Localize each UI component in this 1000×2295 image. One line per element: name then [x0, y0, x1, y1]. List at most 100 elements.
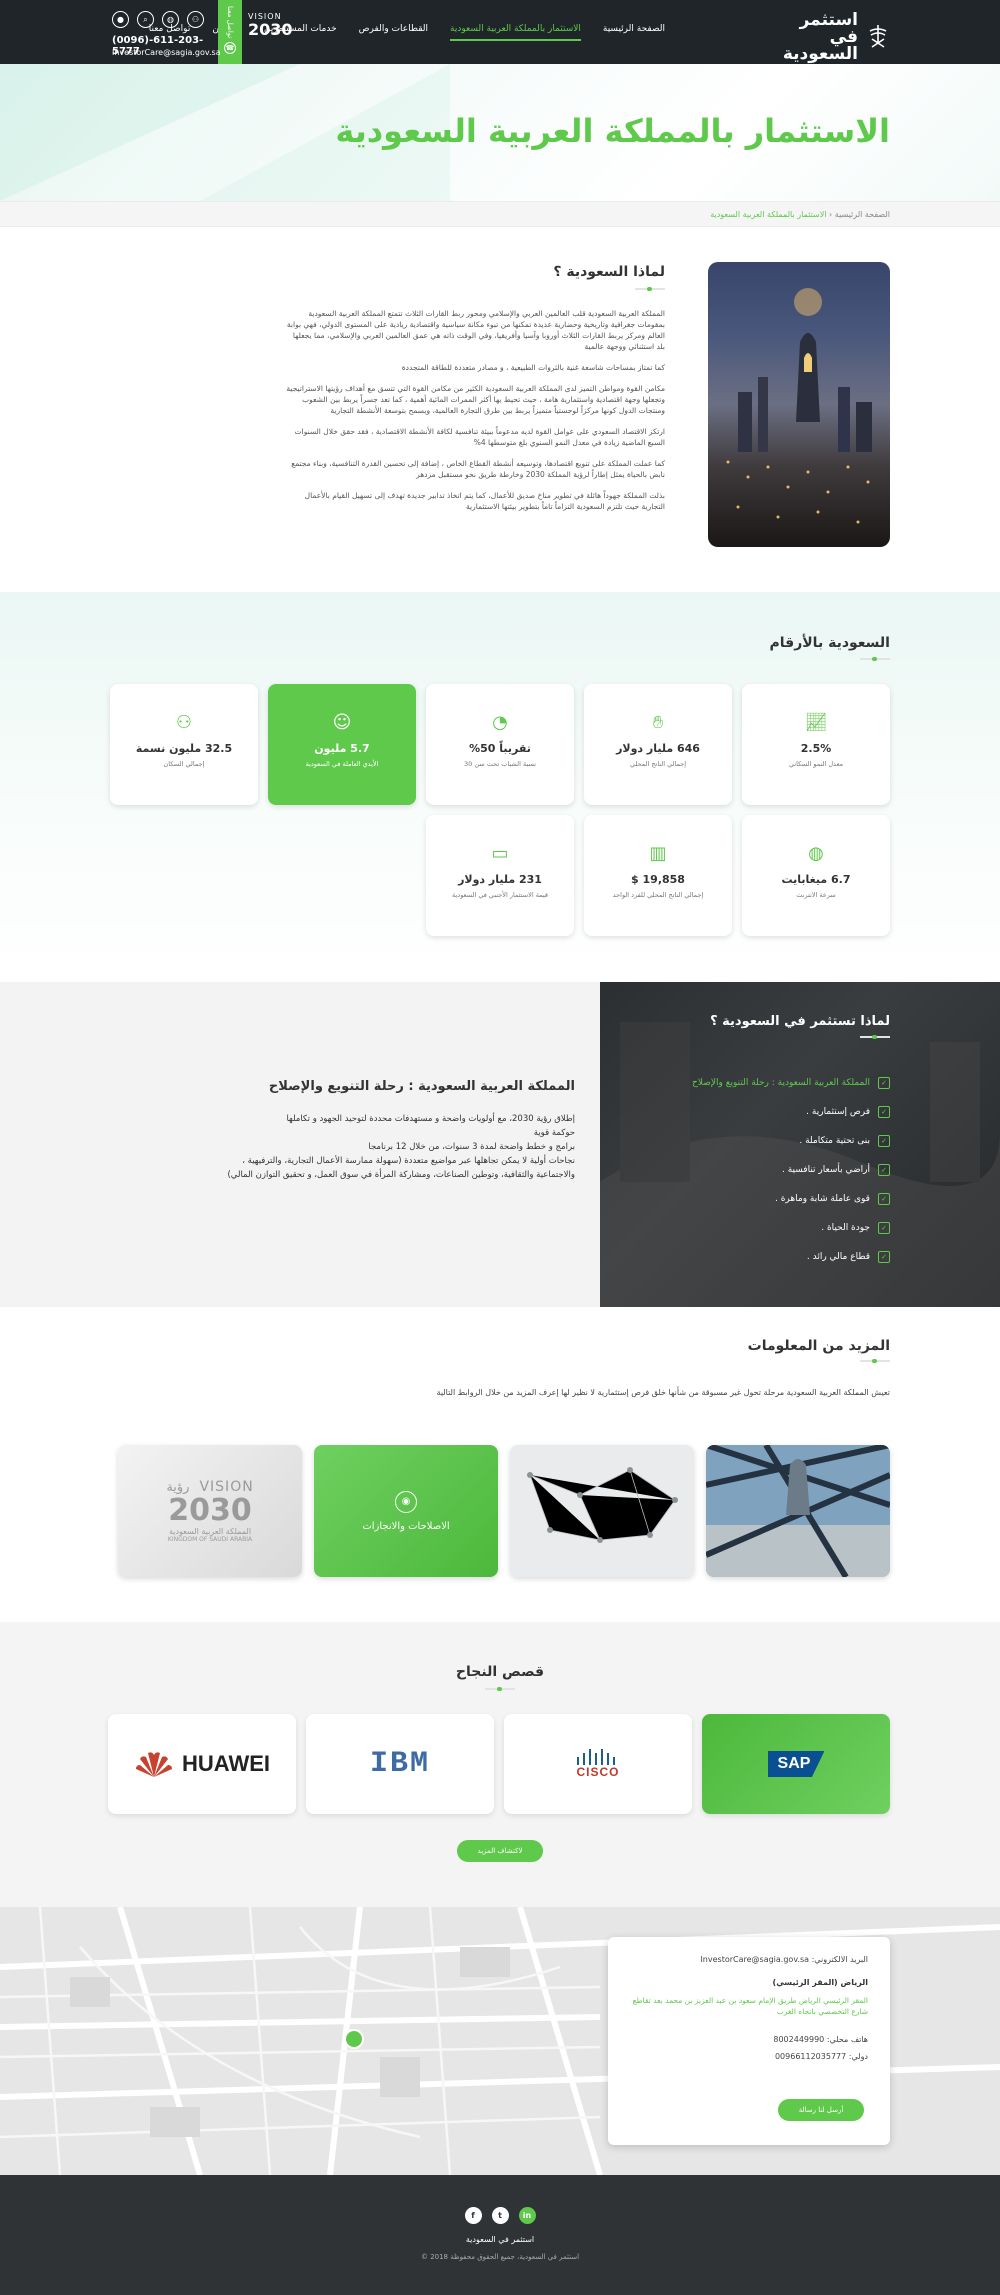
invest-list-item[interactable]: ✓ المملكة العربية السعودية : رحلة التنويع… — [692, 1068, 890, 1097]
vision-year: 2030 — [248, 20, 293, 39]
cisco-logo: CISCO — [576, 1765, 620, 1779]
check-icon: ✓ — [878, 1192, 890, 1205]
info-card-vision-2030[interactable]: VISION رؤية 2030 المملكة العربية السعودي… — [118, 1445, 302, 1577]
title-underline — [635, 287, 665, 291]
stat-label: إجمالي الناتج المحلي للفرد الواحد — [612, 891, 704, 899]
stat-label: إجمالي السكان — [163, 760, 205, 768]
stat-label: نسبة الشباب تحت سن 30 — [463, 760, 537, 768]
user-icon[interactable]: ● — [112, 11, 129, 28]
check-icon: ✓ — [878, 1221, 890, 1234]
site-logo[interactable]: استثمر في السعودية — [782, 10, 890, 64]
globe-icon[interactable]: ◍ — [162, 11, 179, 28]
stat-value: 231 مليار دولار — [458, 873, 542, 886]
logo-card-cisco[interactable]: CISCO — [504, 1714, 692, 1814]
site-footer: in t f استثمر في السعودية استثمر في السع… — [0, 2175, 1000, 2295]
why-paragraph: ارتكز الاقتصاد السعودي على عوامل القوة ل… — [294, 427, 665, 447]
ibm-logo: IBM — [370, 1747, 431, 1781]
why-saudi-title: لماذا السعودية ؟ — [553, 264, 665, 280]
info-card-network-image[interactable] — [510, 1445, 694, 1577]
stat-card[interactable]: ⚇ 32.5 مليون نسمة إجمالي السكان — [110, 684, 258, 805]
users-icon[interactable]: ⚇ — [187, 11, 204, 28]
stat-label: معدل النمو السكاني — [788, 760, 844, 768]
vision-2030-logo[interactable]: VISION 2030 — [248, 12, 306, 52]
info-card-kafd-image[interactable] — [706, 1445, 890, 1577]
hq-label: الرياض (المقر الرئيسي) — [772, 1978, 868, 1987]
hero-banner: الاستثمار بالمملكة العربية السعودية — [0, 64, 1000, 201]
why-invest-list: ✓ المملكة العربية السعودية : رحلة التنويع… — [692, 1068, 890, 1271]
phone-icon: ☎ — [224, 42, 236, 55]
invest-list-item[interactable]: ✓ بنى تحتية متكاملة . — [692, 1126, 890, 1155]
invest-list-item[interactable]: ✓ فرص إستثمارية . — [692, 1097, 890, 1126]
footer-site-name: استثمر في السعودية — [465, 2235, 535, 2244]
logo-card-huawei[interactable]: HUAWEI — [108, 1714, 296, 1814]
phone-label: هاتف محلي: — [826, 2035, 868, 2044]
eye-icon: ◉ — [395, 1490, 417, 1513]
success-stories-section: قصص النجاح SAP CISCO IBM HUAWEI لاكتشاف … — [0, 1622, 1000, 1907]
success-title: قصص النجاح — [455, 1664, 545, 1680]
title-underline — [860, 657, 890, 661]
map-section: البريد الالكتروني: InvestorCare@sagia.go… — [0, 1907, 1000, 2175]
linkedin-icon[interactable]: in — [518, 2207, 536, 2224]
vision-country-ar: المملكة العربية السعودية — [168, 1527, 252, 1536]
intl-label: دولي: — [848, 2052, 868, 2061]
stat-card[interactable]: ▥ 19,858 $ إجمالي الناتج المحلي للفرد ال… — [584, 815, 732, 936]
vision-country-en: KINGDOM OF SAUDI ARABIA — [167, 1536, 253, 1543]
cash-icon: ▭ — [491, 843, 509, 864]
stat-card[interactable]: ◔ تقريباً 50% نسبة الشباب تحت سن 30 — [426, 684, 574, 805]
header-email[interactable]: InvestorCare@sagia.gov.sa — [112, 48, 222, 57]
stat-value: 32.5 مليون نسمة — [135, 742, 233, 755]
vision-year: 2030 — [168, 1493, 252, 1528]
breadcrumb-home[interactable]: الصفحة الرئيسية — [835, 210, 890, 219]
contact-email[interactable]: InvestorCare@sagia.gov.sa — [700, 1955, 809, 1964]
logo-card-ibm[interactable]: IBM — [306, 1714, 494, 1814]
stat-card[interactable]: 📈︎ 2.5% معدل النمو السكاني — [742, 684, 890, 805]
why-paragraph: مكامن القوة ومواطن التميز لدى المملكة ال… — [286, 384, 665, 415]
breadcrumb-current: الاستثمار بالمملكة العربية السعودية — [710, 210, 827, 219]
contact-phone[interactable]: 8002449990 — [773, 2035, 824, 2044]
nav-home[interactable]: الصفحة الرئيسية — [603, 24, 665, 41]
check-icon: ✓ — [878, 1105, 890, 1118]
nav-sectors[interactable]: القطاعات والفرص — [359, 24, 428, 41]
why-invest-title: لماذا تستثمر في السعودية ؟ — [710, 1014, 890, 1029]
contact-intl-row: دولي: 00966112035777 — [630, 2052, 868, 2061]
why-invest-panel: لماذا تستثمر في السعودية ؟ ✓ المملكة العر… — [600, 982, 1000, 1307]
stat-value: 6.7 ميغابايت — [781, 873, 851, 886]
twitter-icon[interactable]: t — [491, 2207, 509, 2224]
title-underline — [485, 1687, 515, 1691]
contact-intl-phone[interactable]: 00966112035777 — [775, 2052, 846, 2061]
discover-more-button[interactable]: لاكتشاف المزيد — [457, 1840, 543, 1862]
stat-label: الأيدي العاملة في السعودية — [305, 760, 379, 768]
pie-chart-icon: ◔ — [492, 712, 508, 733]
invest-list-item[interactable]: ✓ جودة الحياة . — [692, 1213, 890, 1242]
check-icon: ✓ — [878, 1076, 890, 1089]
nav-investment-ksa[interactable]: الاستثمار بالمملكة العربية السعودية — [450, 24, 581, 41]
stats-title: السعودية بالأرقام — [769, 635, 890, 651]
check-icon: ✓ — [878, 1163, 890, 1176]
stat-label: سرعة الانترنت — [796, 891, 836, 899]
globe-icon: ◍ — [808, 843, 824, 864]
location-pin-icon[interactable] — [344, 2029, 364, 2049]
send-message-button[interactable]: أرسل لنا رسالة — [778, 2099, 864, 2121]
stat-value: 19,858 $ — [631, 873, 685, 886]
social-links: in t f — [0, 2207, 1000, 2224]
riyadh-skyline-image — [708, 262, 890, 547]
why-saudi-body: المملكة العربية السعودية قلب العالمين ال… — [285, 308, 665, 522]
info-card-reforms[interactable]: ◉ الاصلاحات والانجازات — [314, 1445, 498, 1577]
title-underline — [860, 1359, 890, 1363]
invest-list-item[interactable]: ✓ قطاع مالي رائد . — [692, 1242, 890, 1271]
search-icon[interactable]: ⌕ — [137, 11, 154, 28]
stat-card[interactable]: ◍ 6.7 ميغابايت سرعة الانترنت — [742, 815, 890, 936]
invest-detail-line: نجاحات أولية لا يمكن تجاهلها عبر مواضيع … — [242, 1156, 575, 1166]
invest-detail-line: والاجتماعية والثقافية، وتوطين الصناعات، … — [227, 1170, 575, 1180]
more-info-text: تعيش المملكة العربية السعودية مرحلة تحول… — [436, 1388, 890, 1397]
invest-list-item[interactable]: ✓ أراضي بأسعار تنافسية . — [692, 1155, 890, 1184]
stat-card[interactable]: ▭ 231 مليار دولار قيمة الاستثمار الأجنبي… — [426, 815, 574, 936]
why-paragraph: بذلت المملكة جهوداً هائلة في تطوير مناخ … — [304, 491, 665, 511]
facebook-icon[interactable]: f — [464, 2207, 482, 2224]
logo-text: استثمر في السعودية — [782, 10, 858, 64]
invest-list-item[interactable]: ✓ قوى عاملة شابة وماهرة . — [692, 1184, 890, 1213]
stat-card[interactable]: ✋︎ 646 مليار دولار إجمالي الناتج المحلي — [584, 684, 732, 805]
stat-card[interactable]: ☺ 5.7 مليون الأيدي العاملة في السعودية — [268, 684, 416, 805]
email-label: البريد الالكتروني: — [811, 1955, 868, 1964]
logo-card-sap[interactable]: SAP — [702, 1714, 890, 1814]
